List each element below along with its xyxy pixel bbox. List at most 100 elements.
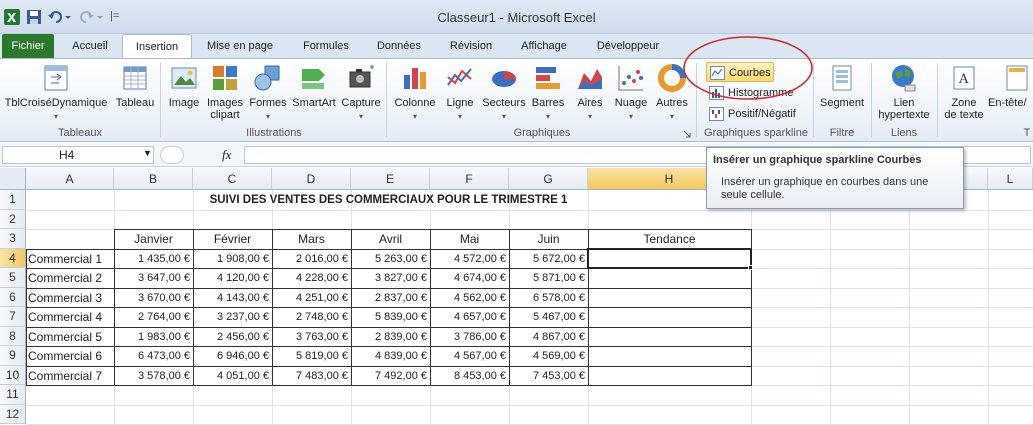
formula-bar-resize-icon[interactable] bbox=[160, 146, 184, 164]
sales-value-cell[interactable]: 1 435,00 € bbox=[114, 249, 193, 269]
sales-value-cell[interactable]: 2 839,00 € bbox=[351, 327, 430, 347]
commercial-name-cell[interactable]: Commercial 6 bbox=[26, 346, 114, 366]
column-header-g[interactable]: G bbox=[509, 168, 588, 190]
shapes-button[interactable]: Formes ▾ bbox=[248, 63, 288, 123]
tab-revision[interactable]: Révision bbox=[440, 34, 502, 58]
column-header-c[interactable]: C bbox=[193, 168, 272, 190]
chart-area-button[interactable]: Aires ▾ bbox=[570, 63, 610, 123]
chart-pie-button[interactable]: Secteurs ▾ bbox=[480, 63, 528, 123]
sales-value-cell[interactable]: 4 567,00 € bbox=[430, 346, 509, 366]
tab-mise-en-page[interactable]: Mise en page bbox=[198, 34, 282, 58]
sales-value-cell[interactable]: 7 483,00 € bbox=[272, 366, 351, 386]
sales-value-cell[interactable]: 5 263,00 € bbox=[351, 249, 430, 269]
selected-cell-h4[interactable] bbox=[587, 247, 752, 269]
column-header-f[interactable]: F bbox=[430, 168, 509, 190]
fill-handle[interactable] bbox=[748, 265, 753, 270]
image-button[interactable]: Image bbox=[166, 63, 202, 109]
tendance-cell[interactable] bbox=[588, 307, 751, 327]
table-header-cell[interactable]: Juin bbox=[509, 229, 588, 249]
sales-value-cell[interactable]: 2 748,00 € bbox=[272, 307, 351, 327]
table-header-cell[interactable]: Mars bbox=[272, 229, 351, 249]
tendance-cell[interactable] bbox=[588, 288, 751, 308]
sales-value-cell[interactable]: 8 453,00 € bbox=[430, 366, 509, 386]
sales-value-cell[interactable]: 4 051,00 € bbox=[193, 366, 272, 386]
column-header-b[interactable]: B bbox=[114, 168, 193, 190]
sales-value-cell[interactable]: 4 657,00 € bbox=[430, 307, 509, 327]
row-header-4[interactable]: 4 bbox=[0, 248, 26, 268]
row-header-12[interactable]: 12 bbox=[0, 404, 26, 424]
commercial-name-cell[interactable]: Commercial 4 bbox=[26, 307, 114, 327]
sales-value-cell[interactable]: 3 786,00 € bbox=[430, 327, 509, 347]
sales-value-cell[interactable]: 6 473,00 € bbox=[114, 346, 193, 366]
table-header-cell[interactable]: Février bbox=[193, 229, 272, 249]
row-header-1[interactable]: 1 bbox=[0, 190, 26, 210]
sales-value-cell[interactable]: 5 839,00 € bbox=[351, 307, 430, 327]
row-header-3[interactable]: 3 bbox=[0, 229, 26, 249]
textbox-button[interactable]: A Zone de texte bbox=[942, 63, 986, 121]
sales-value-cell[interactable]: 1 983,00 € bbox=[114, 327, 193, 347]
sales-value-cell[interactable]: 4 562,00 € bbox=[430, 288, 509, 308]
sales-value-cell[interactable]: 6 946,00 € bbox=[193, 346, 272, 366]
sales-value-cell[interactable]: 1 908,00 € bbox=[193, 249, 272, 269]
commercial-name-cell[interactable]: Commercial 7 bbox=[26, 366, 114, 386]
tendance-cell[interactable] bbox=[588, 268, 751, 288]
sheet-title-cell[interactable]: SUIVI DES VENTES DES COMMERCIAUX POUR LE… bbox=[26, 190, 751, 210]
table-button[interactable]: Tableau bbox=[112, 63, 158, 109]
row-header-5[interactable]: 5 bbox=[0, 268, 26, 288]
commercial-name-cell[interactable]: Commercial 3 bbox=[26, 288, 114, 308]
row-header-2[interactable]: 2 bbox=[0, 209, 26, 229]
sales-value-cell[interactable]: 4 569,00 € bbox=[509, 346, 588, 366]
chart-scatter-button[interactable]: Nuage ▾ bbox=[612, 63, 650, 123]
sales-value-cell[interactable]: 4 839,00 € bbox=[351, 346, 430, 366]
row-header-6[interactable]: 6 bbox=[0, 287, 26, 307]
sales-value-cell[interactable]: 4 867,00 € bbox=[509, 327, 588, 347]
tab-formules[interactable]: Formules bbox=[292, 34, 360, 58]
chart-bar-button[interactable]: Barres ▾ bbox=[530, 63, 566, 123]
name-box-dropdown-icon[interactable]: ▼ bbox=[143, 148, 152, 158]
column-header-e[interactable]: E bbox=[351, 168, 430, 190]
sales-value-cell[interactable]: 5 871,00 € bbox=[509, 268, 588, 288]
row-header-7[interactable]: 7 bbox=[0, 307, 26, 327]
tab-developpeur[interactable]: Développeur bbox=[588, 34, 668, 58]
sales-value-cell[interactable]: 4 120,00 € bbox=[193, 268, 272, 288]
tab-insertion[interactable]: Insertion bbox=[122, 34, 192, 58]
dialog-launcher-icon[interactable] bbox=[683, 130, 691, 138]
sales-value-cell[interactable]: 2 016,00 € bbox=[272, 249, 351, 269]
sales-value-cell[interactable]: 3 670,00 € bbox=[114, 288, 193, 308]
row-header-9[interactable]: 9 bbox=[0, 346, 26, 366]
tab-donnees[interactable]: Données bbox=[366, 34, 432, 58]
hyperlink-button[interactable]: Lien hypertexte bbox=[874, 63, 934, 121]
commercial-name-cell[interactable]: Commercial 2 bbox=[26, 268, 114, 288]
header-footer-button[interactable]: En-tête/ bbox=[988, 63, 1033, 109]
chart-line-button[interactable]: Ligne ▾ bbox=[442, 63, 478, 123]
tendance-cell[interactable] bbox=[588, 346, 751, 366]
capture-button[interactable]: Capture ▾ bbox=[340, 63, 382, 123]
sales-value-cell[interactable]: 3 578,00 € bbox=[114, 366, 193, 386]
tendance-cell[interactable] bbox=[588, 327, 751, 347]
table-header-cell[interactable]: Avril bbox=[351, 229, 430, 249]
sales-value-cell[interactable]: 7 492,00 € bbox=[351, 366, 430, 386]
sales-value-cell[interactable]: 7 453,00 € bbox=[509, 366, 588, 386]
tab-accueil[interactable]: Accueil bbox=[62, 34, 118, 58]
column-header-d[interactable]: D bbox=[272, 168, 351, 190]
commercial-name-cell[interactable]: Commercial 1 bbox=[26, 249, 114, 269]
sales-value-cell[interactable]: 4 674,00 € bbox=[430, 268, 509, 288]
select-all-corner[interactable] bbox=[0, 168, 26, 190]
sales-value-cell[interactable]: 2 456,00 € bbox=[193, 327, 272, 347]
table-header-cell[interactable]: Tendance bbox=[588, 229, 751, 249]
sales-value-cell[interactable]: 5 467,00 € bbox=[509, 307, 588, 327]
column-header-a[interactable]: A bbox=[26, 168, 114, 190]
sales-value-cell[interactable]: 4 143,00 € bbox=[193, 288, 272, 308]
tab-fichier[interactable]: Fichier bbox=[2, 34, 54, 58]
name-box[interactable]: H4 bbox=[2, 146, 154, 164]
sparkline-positif-negatif-button[interactable]: Positif/Négatif bbox=[706, 104, 806, 124]
sales-value-cell[interactable]: 5 819,00 € bbox=[272, 346, 351, 366]
table-header-cell[interactable]: Mai bbox=[430, 229, 509, 249]
commercial-name-cell[interactable]: Commercial 5 bbox=[26, 327, 114, 347]
sales-value-cell[interactable]: 2 837,00 € bbox=[351, 288, 430, 308]
sales-value-cell[interactable]: 2 764,00 € bbox=[114, 307, 193, 327]
sales-value-cell[interactable]: 3 647,00 € bbox=[114, 268, 193, 288]
column-header-l[interactable]: L bbox=[988, 168, 1033, 190]
row-header-8[interactable]: 8 bbox=[0, 326, 26, 346]
sales-value-cell[interactable]: 5 672,00 € bbox=[509, 249, 588, 269]
